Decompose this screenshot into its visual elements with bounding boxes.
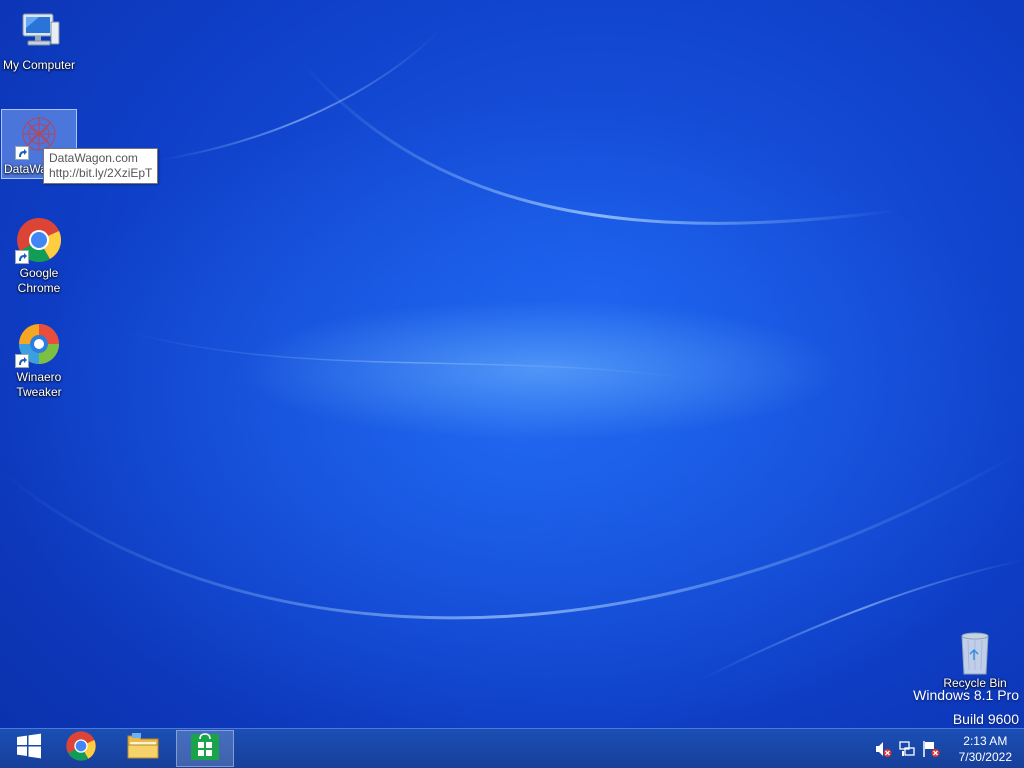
network-icon[interactable] xyxy=(898,740,916,758)
desktop-icon-google-chrome[interactable]: Google Chrome xyxy=(1,214,77,296)
chrome-icon xyxy=(15,216,63,264)
clock-date: 7/30/2022 xyxy=(958,750,1012,764)
desktop-icon-label: Recycle Bin xyxy=(943,676,1007,690)
recycle-bin-icon xyxy=(951,630,999,678)
windows-watermark: Windows 8.1 Pro Build 9600 xyxy=(913,686,1019,728)
shortcut-arrow-icon xyxy=(15,146,29,160)
clock-time: 2:13 AM xyxy=(963,734,1008,748)
taskbar-clock[interactable]: 2:13 AM 7/30/2022 xyxy=(959,733,1012,765)
desktop-icon-label: My Computer xyxy=(2,58,76,72)
desktop-icon-winaero-tweaker[interactable]: Winaero Tweaker xyxy=(1,318,77,400)
shortcut-arrow-icon xyxy=(15,250,29,264)
windows-logo-icon xyxy=(16,733,42,764)
tooltip-url: http://bit.ly/2XziEpT xyxy=(49,166,153,180)
chrome-icon xyxy=(65,730,97,767)
taskbar: 2:13 AM 7/30/2022 xyxy=(0,728,1024,768)
desktop-icon-my-computer[interactable]: My Computer xyxy=(1,6,77,73)
desktop-icon-label: Google Chrome xyxy=(17,266,61,295)
speaker-muted-icon[interactable] xyxy=(874,740,892,758)
desktop-icon-label: Winaero Tweaker xyxy=(16,370,62,399)
taskbar-store-button[interactable] xyxy=(176,730,234,767)
desktop[interactable]: My Computer DataWa Google Chrome Winaero… xyxy=(0,0,1024,728)
start-button[interactable] xyxy=(0,730,58,767)
folder-icon xyxy=(126,731,160,766)
taskbar-chrome-button[interactable] xyxy=(52,730,110,767)
shortcut-arrow-icon xyxy=(15,354,29,368)
computer-icon xyxy=(15,8,63,56)
watermark-build: Build 9600 xyxy=(952,711,1019,727)
winaero-tweaker-icon xyxy=(15,320,63,368)
store-icon xyxy=(190,731,220,766)
wallpaper-swooshes xyxy=(0,29,1024,681)
taskbar-file-explorer-button[interactable] xyxy=(114,730,172,767)
icon-tooltip: DataWagon.com http://bit.ly/2XziEpT xyxy=(43,148,159,184)
action-center-flag-icon[interactable] xyxy=(922,740,940,758)
desktop-icon-recycle-bin[interactable]: Recycle Bin xyxy=(937,628,1013,691)
tooltip-title: DataWagon.com xyxy=(49,151,138,165)
